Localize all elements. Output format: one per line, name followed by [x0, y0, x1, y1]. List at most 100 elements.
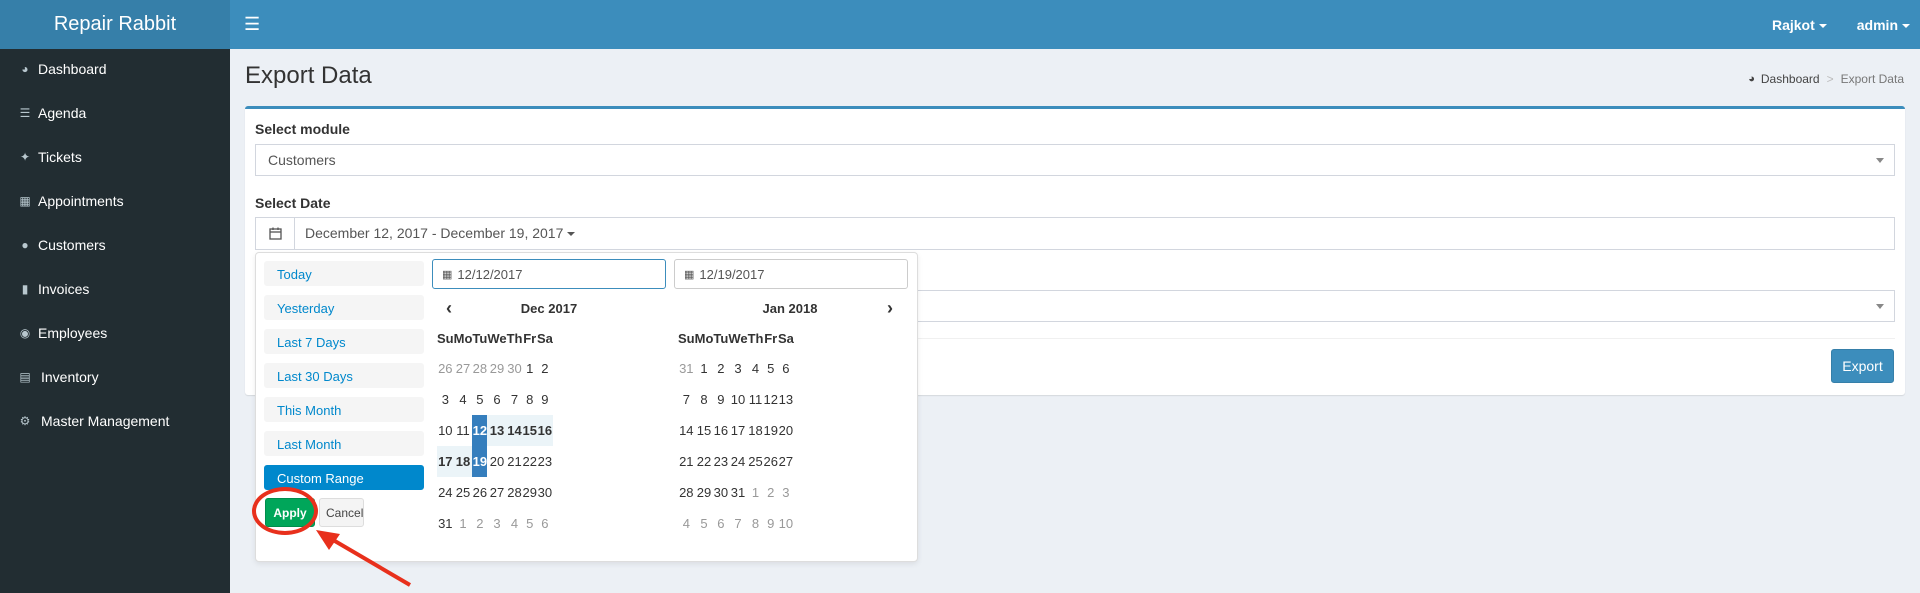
calendar-day[interactable]: 25	[748, 446, 764, 477]
range-yesterday[interactable]: Yesterday	[264, 295, 424, 320]
sidebar-item-inventory[interactable]: ▤ Inventory	[0, 359, 230, 395]
calendar-day[interactable]: 4	[678, 508, 695, 539]
calendar-day[interactable]: 13	[778, 384, 794, 415]
calendar-day[interactable]: 1	[695, 353, 714, 384]
calendar-day[interactable]: 3	[437, 384, 454, 415]
sidebar-item-invoices[interactable]: ▮ Invoices	[0, 271, 230, 307]
start-date-input[interactable]: ▦	[432, 259, 666, 289]
calendar-day[interactable]: 27	[454, 353, 473, 384]
calendar-day[interactable]: 20	[778, 415, 794, 446]
calendar-day[interactable]: 30	[713, 477, 728, 508]
calendar-day[interactable]: 28	[678, 477, 695, 508]
sidebar-item-master-management[interactable]: ⚙ Master Management	[0, 403, 230, 439]
calendar-day[interactable]: 8	[522, 384, 536, 415]
calendar-day[interactable]: 1	[522, 353, 536, 384]
sidebar-item-appointments[interactable]: ▦ Appointments	[0, 183, 230, 219]
calendar-day[interactable]: 2	[472, 508, 487, 539]
user-menu[interactable]: admin	[1857, 17, 1910, 33]
calendar-day[interactable]: 24	[728, 446, 747, 477]
cancel-button[interactable]: Cancel	[319, 498, 364, 527]
calendar-day[interactable]: 27	[778, 446, 794, 477]
date-range-field[interactable]: December 12, 2017 - December 19, 2017	[255, 217, 1895, 250]
calendar-day[interactable]: 18	[453, 446, 473, 477]
sidebar-item-customers[interactable]: ● Customers	[0, 227, 230, 263]
calendar-day[interactable]: 22	[522, 446, 536, 477]
calendar-day[interactable]: 7	[728, 508, 747, 539]
calendar-day[interactable]: 16	[713, 415, 728, 446]
calendar-day[interactable]: 7	[678, 384, 695, 415]
calendar-day[interactable]: 3	[778, 477, 794, 508]
calendar-day[interactable]: 26	[763, 446, 777, 477]
calendar-day[interactable]: 30	[507, 353, 523, 384]
calendar-day[interactable]: 2	[763, 477, 777, 508]
calendar-day[interactable]: 12	[763, 384, 777, 415]
sidebar-toggle-icon[interactable]: ☰	[244, 14, 260, 34]
calendar-day[interactable]: 9	[713, 384, 728, 415]
calendar-day[interactable]: 31	[728, 477, 747, 508]
sidebar-item-employees[interactable]: ◉ Employees	[0, 315, 230, 351]
calendar-day[interactable]: 4	[454, 384, 473, 415]
calendar-day[interactable]: 19	[763, 415, 777, 446]
calendar-day[interactable]: 10	[728, 384, 747, 415]
calendar-day[interactable]: 25	[454, 477, 473, 508]
calendar-day[interactable]: 29	[695, 477, 714, 508]
format-select[interactable]	[905, 290, 1895, 322]
calendar-day[interactable]: 16	[536, 415, 553, 446]
end-date-field[interactable]	[699, 266, 880, 282]
calendar-day[interactable]: 26	[472, 477, 487, 508]
calendar-day[interactable]: 8	[695, 384, 714, 415]
calendar-day[interactable]: 29	[522, 477, 536, 508]
calendar-day[interactable]: 17	[728, 415, 747, 446]
calendar-day[interactable]: 18	[748, 415, 764, 446]
calendar-day[interactable]: 11	[454, 415, 473, 446]
sidebar-item-agenda[interactable]: ☰ Agenda	[0, 95, 230, 131]
range-today[interactable]: Today	[264, 261, 424, 286]
calendar-day[interactable]: 4	[748, 353, 764, 384]
calendar-day[interactable]: 7	[507, 384, 523, 415]
calendar-day[interactable]: 3	[487, 508, 506, 539]
range-this-month[interactable]: This Month	[264, 397, 424, 422]
sidebar-item-dashboard[interactable]: ◕ Dashboard	[0, 51, 230, 87]
calendar-day-selected[interactable]: 12	[472, 415, 488, 446]
calendar-day[interactable]: 14	[678, 415, 695, 446]
calendar-day[interactable]: 6	[487, 384, 506, 415]
range-last-30-days[interactable]: Last 30 Days	[264, 363, 424, 388]
range-last-7-days[interactable]: Last 7 Days	[264, 329, 424, 354]
date-range-value[interactable]: December 12, 2017 - December 19, 2017	[295, 218, 576, 249]
calendar-day[interactable]: 9	[763, 508, 777, 539]
module-select[interactable]: Customers	[255, 144, 1895, 176]
calendar-day[interactable]: 6	[537, 508, 553, 539]
calendar-day[interactable]: 23	[537, 446, 553, 477]
calendar-day[interactable]: 5	[522, 508, 536, 539]
calendar-day[interactable]: 27	[487, 477, 506, 508]
calendar-day[interactable]: 4	[507, 508, 523, 539]
calendar-day[interactable]: 1	[748, 477, 764, 508]
calendar-day[interactable]: 2	[713, 353, 728, 384]
calendar-day[interactable]: 10	[437, 415, 454, 446]
calendar-day[interactable]: 6	[778, 353, 794, 384]
calendar-day[interactable]: 28	[507, 477, 523, 508]
apply-button[interactable]: Apply	[265, 498, 315, 527]
next-month-chevron-right-icon[interactable]: ›	[878, 297, 902, 321]
calendar-day[interactable]: 14	[506, 415, 523, 446]
calendar-day[interactable]: 5	[472, 384, 487, 415]
calendar-day[interactable]: 10	[778, 508, 794, 539]
calendar-day[interactable]: 11	[748, 384, 764, 415]
calendar-day[interactable]: 17	[437, 446, 454, 477]
start-date-field[interactable]	[457, 266, 638, 282]
calendar-day[interactable]: 1	[454, 508, 473, 539]
end-date-input[interactable]: ▦	[674, 259, 908, 289]
range-last-month[interactable]: Last Month	[264, 431, 424, 456]
calendar-day[interactable]: 6	[713, 508, 728, 539]
calendar-day[interactable]: 15	[695, 415, 714, 446]
calendar-day[interactable]: 24	[437, 477, 454, 508]
breadcrumb-home-link[interactable]: Dashboard	[1761, 72, 1820, 86]
calendar-day[interactable]: 21	[507, 446, 523, 477]
calendar-day[interactable]: 31	[678, 353, 695, 384]
location-menu[interactable]: Rajkot	[1772, 17, 1827, 33]
calendar-day[interactable]: 30	[537, 477, 553, 508]
export-button[interactable]: Export	[1831, 349, 1894, 383]
calendar-day[interactable]: 8	[748, 508, 764, 539]
range-custom-range[interactable]: Custom Range	[264, 465, 424, 490]
calendar-day[interactable]: 28	[472, 353, 487, 384]
